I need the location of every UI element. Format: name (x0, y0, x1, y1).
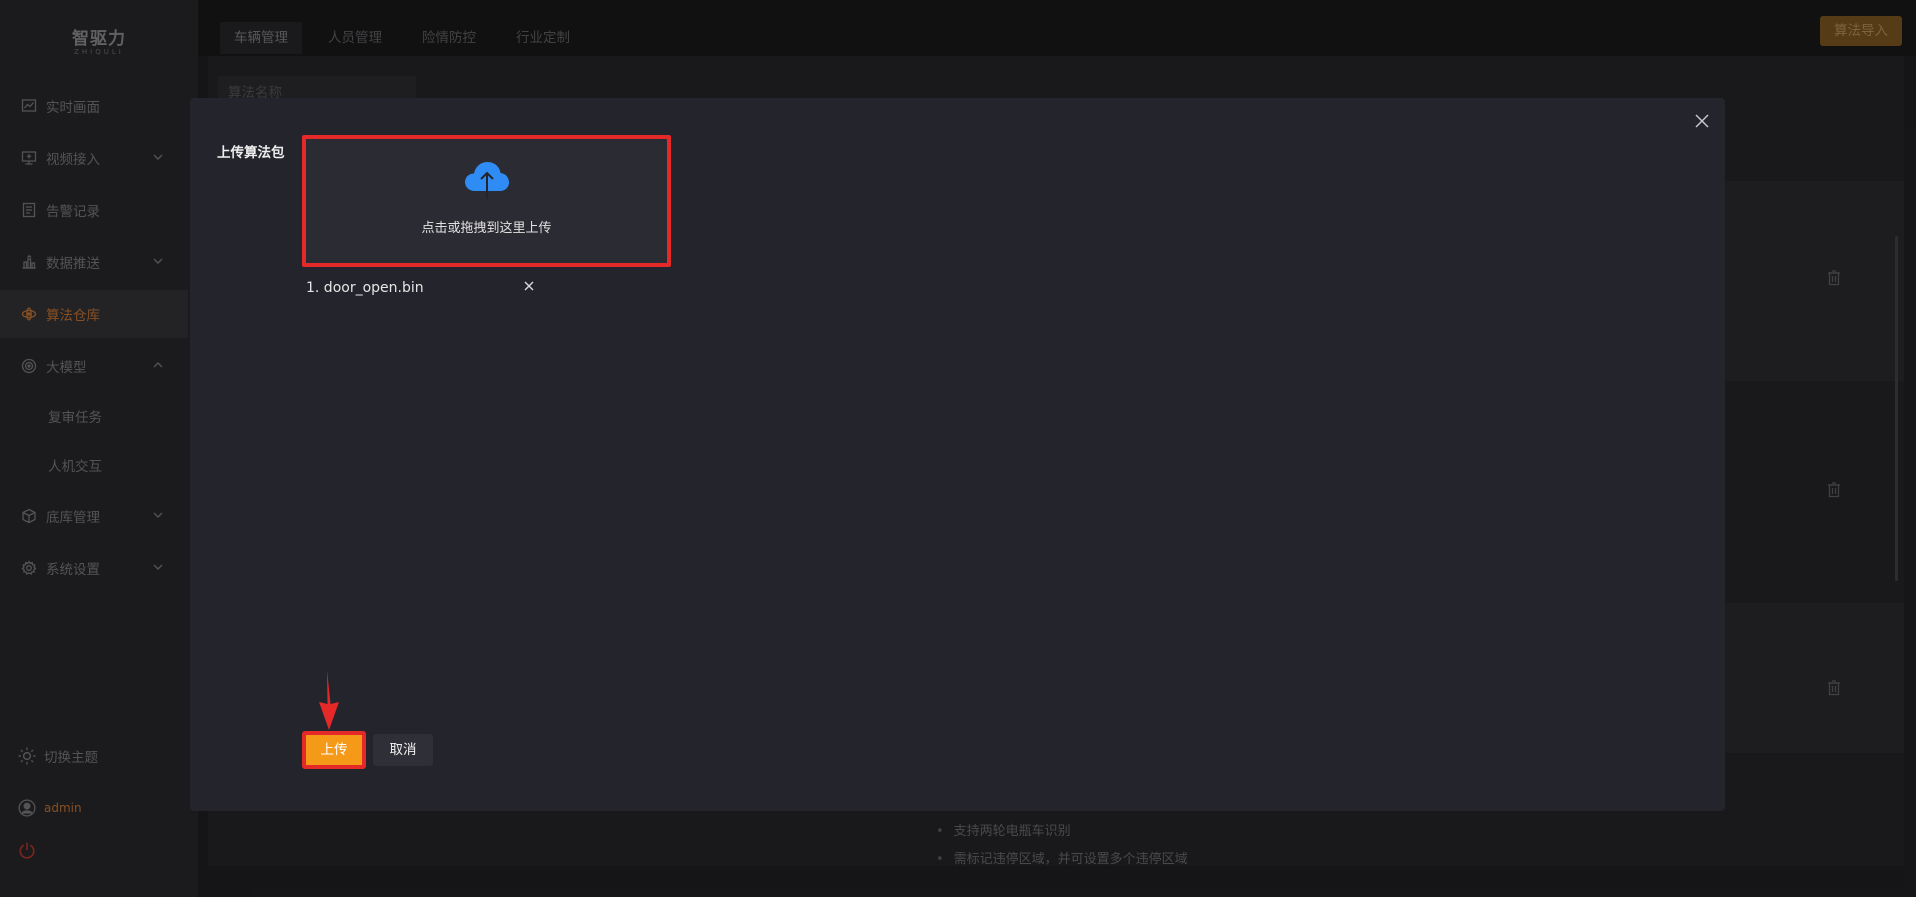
upload-drop-zone[interactable]: 点击或拖拽到这里上传 (302, 135, 671, 267)
upload-dialog: 上传算法包 点击或拖拽到这里上传 1. door_open.bin 上传 取消 (190, 98, 1725, 811)
file-name: 1. door_open.bin (306, 280, 424, 296)
uploaded-file-item: 1. door_open.bin (306, 277, 532, 299)
drop-zone-text: 点击或拖拽到这里上传 (421, 221, 552, 236)
remove-file-icon[interactable] (522, 279, 536, 293)
cloud-upload-icon (465, 162, 509, 199)
close-icon[interactable] (1693, 112, 1711, 130)
upload-field-label: 上传算法包 (217, 145, 285, 161)
cancel-button[interactable]: 取消 (373, 734, 433, 766)
annotation-arrow-icon (319, 670, 339, 730)
upload-button[interactable]: 上传 (302, 731, 366, 769)
